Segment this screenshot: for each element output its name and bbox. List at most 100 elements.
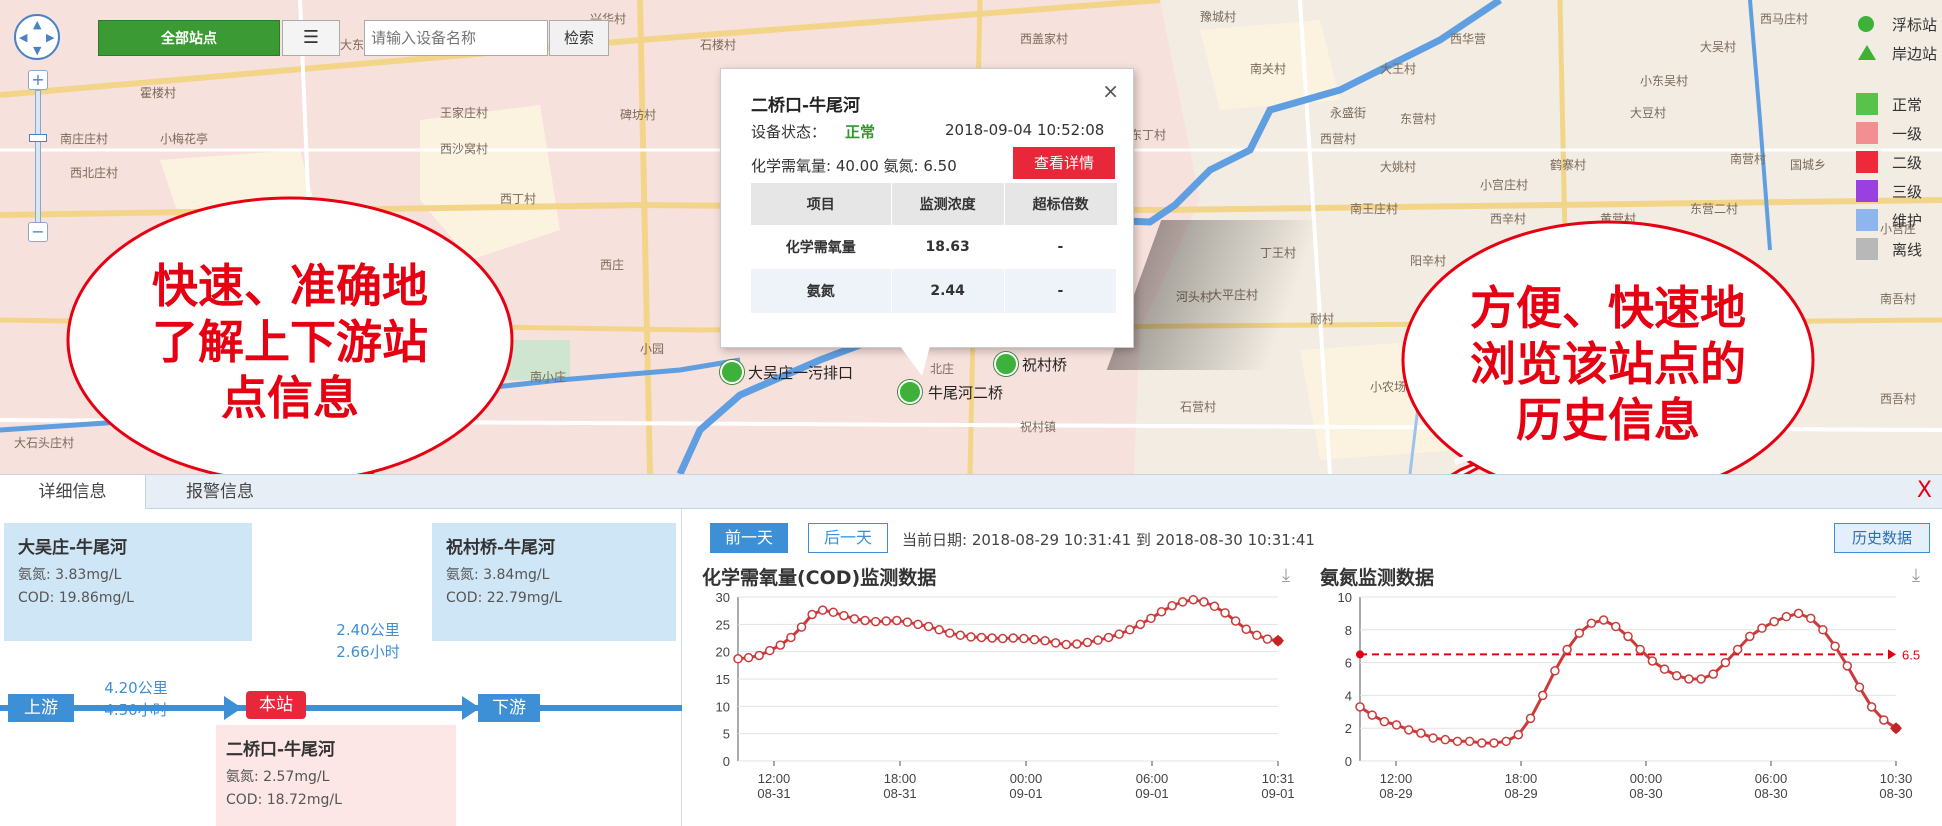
data-point: [1745, 631, 1755, 642]
threshold-label: 6.5: [1902, 647, 1920, 662]
history-pane: 前一天 后一天 当前日期: 2018-08-29 10:31:41 到 2018…: [684, 509, 1942, 826]
data-point: [1125, 625, 1135, 635]
x-tick-label: 18:00: [884, 771, 917, 786]
x-tick-label: 09-01: [1261, 786, 1294, 801]
x-tick-label: 08-30: [1754, 786, 1787, 801]
data-point: [1114, 629, 1124, 639]
prev-day-button[interactable]: 前一天: [710, 523, 788, 553]
data-point: [1781, 611, 1792, 622]
data-point: [1537, 690, 1548, 701]
data-point: [1720, 657, 1731, 668]
x-tick-label: 10:31: [1262, 771, 1295, 786]
data-point: [1793, 608, 1804, 619]
data-point: [1156, 607, 1167, 617]
data-point: [828, 607, 839, 618]
data-point: [1647, 656, 1658, 666]
y-tick-label: 15: [716, 672, 730, 687]
data-point: [1008, 633, 1019, 643]
data-point: [807, 609, 817, 620]
data-point: [1262, 634, 1273, 644]
data-point: [733, 654, 743, 664]
data-point: [1082, 637, 1093, 648]
nh3-chart: 024681012:0008-2918:0008-2900:0008-3006:…: [1338, 590, 1921, 801]
callout-line: 快速、准确地: [152, 259, 428, 313]
data-point: [1732, 644, 1743, 655]
x-tick-label: 08-30: [1629, 786, 1662, 801]
data-point: [1367, 710, 1377, 720]
data-point: [839, 610, 849, 621]
callout-line: 了解上下游站: [152, 315, 428, 369]
next-day-button[interactable]: 后一天: [808, 523, 888, 553]
download-icon[interactable]: ⤓: [1912, 565, 1920, 586]
data-point: [1501, 736, 1511, 747]
data-point: [870, 616, 881, 627]
nh3-chart-title: 氨氮监测数据: [1320, 567, 1435, 589]
threshold-arrow: [1888, 649, 1896, 660]
data-point: [1879, 715, 1889, 725]
threshold-marker: [1356, 650, 1364, 659]
upstream-station-card[interactable]: 大吴庄-牛尾河 氨氮: 3.83mg/L COD: 19.86mg/L: [4, 523, 252, 641]
this-station-tag: 本站: [246, 691, 306, 719]
y-tick-label: 6: [1345, 656, 1352, 671]
data-point: [987, 633, 997, 643]
data-point: [765, 645, 775, 656]
data-point: [1379, 716, 1390, 727]
y-tick-label: 8: [1345, 623, 1352, 638]
data-point: [1684, 674, 1694, 684]
data-point: [997, 633, 1008, 644]
data-point: [1440, 734, 1451, 745]
cod-chart: 05101520253012:0008-3118:0008-3100:0009-…: [716, 590, 1295, 801]
data-point: [775, 640, 786, 650]
y-tick-label: 30: [716, 590, 730, 605]
download-icon[interactable]: ⤓: [1282, 565, 1290, 586]
data-point: [934, 625, 944, 635]
data-point: [1072, 639, 1082, 649]
x-tick-label: 06:00: [1136, 771, 1169, 786]
data-point: [1199, 597, 1209, 607]
y-tick-label: 0: [1345, 754, 1352, 769]
callout-left-text: 快速、准确地 了解上下游站 点信息: [100, 258, 480, 426]
callout-right-text: 方便、快速地 浏览该站点的 历史信息: [1418, 280, 1798, 448]
data-point: [1562, 644, 1572, 655]
data-point: [1188, 594, 1199, 605]
data-point: [1671, 670, 1682, 681]
data-point: [1061, 639, 1071, 650]
y-tick-label: 2: [1345, 721, 1352, 736]
data-point: [892, 615, 902, 626]
station-chain: 大吴庄-牛尾河 氨氮: 3.83mg/L COD: 19.86mg/L 祝村桥-…: [0, 509, 682, 826]
x-tick-label: 00:00: [1010, 771, 1043, 786]
upstream-distance: 4.20公里 4.50小时: [84, 677, 188, 721]
data-point: [1241, 624, 1251, 635]
x-tick-label: 08-29: [1379, 786, 1412, 801]
data-point: [1452, 736, 1463, 747]
downstream-station-card[interactable]: 祝村桥-牛尾河 氨氮: 3.84mg/L COD: 22.79mg/L: [432, 523, 676, 641]
x-tick-label: 08-30: [1879, 786, 1912, 801]
tab-alarm[interactable]: 报警信息: [148, 475, 292, 509]
callout-line: 浏览该站点的: [1470, 337, 1746, 391]
x-tick-label: 08-29: [1504, 786, 1537, 801]
data-point: [1428, 733, 1438, 743]
last-point-marker: [1272, 634, 1284, 647]
downstream-cod: COD: 22.79mg/L: [446, 590, 562, 606]
panel-close-icon[interactable]: X: [1917, 478, 1932, 503]
history-data-button[interactable]: 历史数据: [1834, 523, 1930, 553]
data-point: [1355, 702, 1365, 712]
data-point: [1513, 730, 1524, 740]
downstream-distance: 2.40公里 2.66小时: [316, 619, 420, 663]
data-point: [1611, 621, 1621, 632]
data-point: [1489, 738, 1499, 748]
data-point: [1019, 633, 1029, 644]
data-point: [1708, 669, 1719, 679]
data-point: [817, 605, 828, 615]
upstream-distance-hours: 4.50小时: [104, 701, 168, 719]
data-point: [1623, 631, 1633, 642]
current-station-name: 二桥口-牛尾河: [226, 740, 336, 760]
current-nh3: 氨氮: 2.57mg/L: [226, 769, 330, 785]
y-tick-label: 25: [716, 617, 730, 632]
data-point: [881, 616, 891, 626]
callout-line: 方便、快速地: [1470, 281, 1746, 335]
tab-detail[interactable]: 详细信息: [0, 475, 146, 509]
downstream-distance-hours: 2.66小时: [336, 643, 400, 661]
data-point: [860, 615, 870, 626]
callout-line: 历史信息: [1516, 393, 1700, 447]
